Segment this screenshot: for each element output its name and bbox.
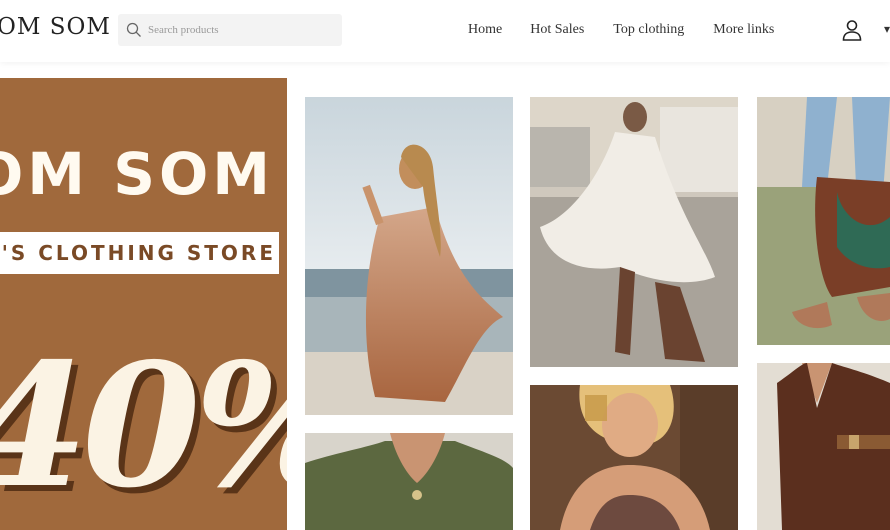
product-image-brown-dress[interactable] — [757, 363, 890, 530]
banner-discount: 40% — [0, 326, 287, 526]
banner-brand: OM SOM — [0, 140, 275, 208]
site-header: OM SOM Home Hot Sales Top clothing More … — [0, 0, 890, 62]
brand-logo[interactable]: OM SOM — [0, 14, 111, 40]
search-input[interactable] — [148, 18, 328, 42]
promo-banner[interactable]: OM SOM N'S CLOTHING STORE 40% — [0, 78, 287, 530]
search-icon[interactable] — [126, 22, 142, 38]
whiskey-glass-woman-photo — [530, 385, 738, 530]
banner-tagline: N'S CLOTHING STORE — [0, 241, 276, 265]
user-icon[interactable] — [840, 18, 864, 42]
fringe-bag-photo — [757, 97, 890, 345]
banner-tagline-box: N'S CLOTHING STORE — [0, 232, 279, 274]
nav-more-links[interactable]: More links — [713, 22, 774, 38]
main-nav: Home Hot Sales Top clothing More links — [468, 22, 774, 38]
green-shirt-photo — [305, 433, 513, 530]
nav-home[interactable]: Home — [468, 22, 502, 38]
nav-top-clothing[interactable]: Top clothing — [613, 22, 684, 38]
product-image-whiskey-glass[interactable] — [530, 385, 738, 530]
product-image-fringe-bag[interactable] — [757, 97, 890, 345]
product-image-green-shirt[interactable] — [305, 433, 513, 530]
product-image-beach-kimono[interactable] — [305, 97, 513, 415]
white-lace-dress-boots-photo — [530, 97, 738, 367]
beach-kimono-photo — [305, 97, 513, 415]
product-image-white-dress[interactable] — [530, 97, 738, 367]
search-bar[interactable] — [118, 14, 342, 46]
cart-icon[interactable]: ▾ — [884, 22, 890, 36]
nav-hot-sales[interactable]: Hot Sales — [530, 22, 584, 38]
brown-wrap-dress-photo — [757, 363, 890, 530]
